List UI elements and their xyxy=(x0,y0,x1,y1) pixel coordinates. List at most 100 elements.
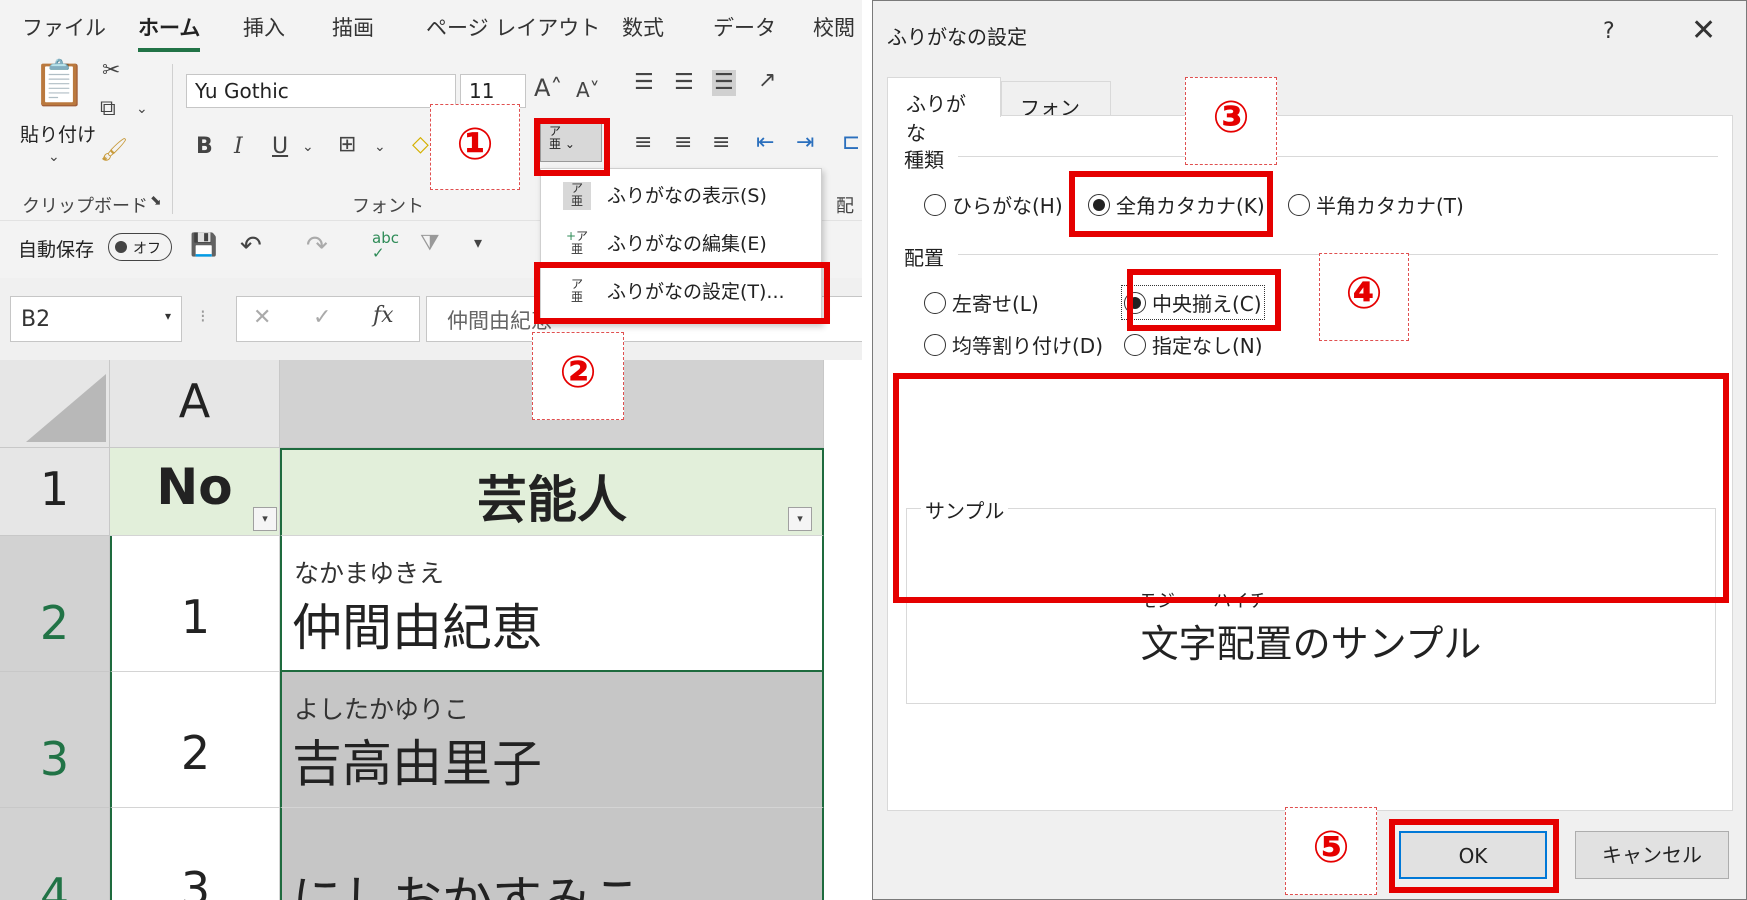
tab-font[interactable]: フォント xyxy=(1001,81,1111,149)
save-icon[interactable]: 💾 xyxy=(190,235,217,257)
cell-no[interactable]: 3 xyxy=(110,808,280,900)
header-cell-celebrity[interactable]: 芸能人 ▾ xyxy=(280,448,824,536)
alignment-group-label: 配 xyxy=(836,196,854,217)
increase-indent-icon[interactable]: ⇥ xyxy=(796,132,814,154)
radio-distributed[interactable]: 均等割り付け(D) xyxy=(924,330,1103,359)
toggle-knob xyxy=(115,241,127,253)
font-name-input[interactable]: Yu Gothic xyxy=(186,74,456,108)
highlight-fullwidth-katakana xyxy=(1069,171,1273,237)
font-group-label: フォント xyxy=(352,196,424,217)
tab-page-layout[interactable]: ページ レイアウト xyxy=(426,12,600,42)
insert-function-icon[interactable]: fx xyxy=(373,305,394,327)
cell-name[interactable]: にしおかすみこ xyxy=(280,808,824,900)
furigana-text: なかまゆきえ xyxy=(294,559,445,588)
help-button[interactable]: ? xyxy=(1603,19,1615,44)
clear-filter-icon[interactable]: ⧩ xyxy=(420,233,440,255)
tab-furigana[interactable]: ふりがな xyxy=(887,77,1001,145)
edit-furigana-icon: +ア亜 xyxy=(565,229,589,256)
close-button[interactable]: ✕ xyxy=(1691,13,1716,48)
name-box[interactable]: B2 ▾ xyxy=(10,296,182,342)
cell-no[interactable]: 2 xyxy=(110,672,280,808)
filter-dropdown-icon[interactable]: ▾ xyxy=(788,507,812,531)
format-painter-icon[interactable]: 🖌 xyxy=(100,140,128,162)
row-header[interactable]: 3 xyxy=(0,672,110,808)
highlight-settings-item xyxy=(534,262,830,324)
dialog-title: ふりがなの設定 xyxy=(887,25,1027,49)
decrease-font-icon[interactable]: A˅ xyxy=(576,80,600,100)
tab-review[interactable]: 校閲 xyxy=(813,12,855,42)
radio-halfwidth-katakana[interactable]: 半角カタカナ(T) xyxy=(1288,190,1464,219)
underline-icon[interactable]: U xyxy=(272,136,288,158)
row-header[interactable]: 2 xyxy=(0,536,110,672)
menu-item-show-furigana[interactable]: ア亜 ふりがなの表示(S) xyxy=(541,173,821,219)
paste-icon[interactable]: 📋 xyxy=(32,62,87,106)
redo-icon[interactable]: ↷ xyxy=(306,233,328,259)
divider xyxy=(958,156,1718,157)
chevron-down-icon[interactable]: ▾ xyxy=(165,309,171,323)
borders-icon[interactable]: ⊞ xyxy=(338,134,356,156)
step-5-label: ⑤ xyxy=(1285,807,1377,895)
cell-name[interactable]: よしたかゆりこ 吉高由里子 xyxy=(280,672,824,808)
align-center-icon[interactable]: ≡ xyxy=(674,132,692,154)
cut-icon[interactable]: ✂ xyxy=(102,60,120,82)
formula-actions: ✕ ✓ fx xyxy=(236,296,420,342)
dialog-launcher-icon[interactable]: ⬊ xyxy=(150,194,162,208)
tab-draw[interactable]: 描画 xyxy=(332,12,374,42)
step-2-label: ② xyxy=(532,332,624,420)
undo-icon[interactable]: ↶ xyxy=(240,233,262,259)
align-right-icon[interactable]: ≡ xyxy=(712,132,730,154)
group-divider xyxy=(172,64,173,214)
customize-qat-icon[interactable]: ▾ xyxy=(474,235,482,251)
chevron-down-icon[interactable]: ⌄ xyxy=(136,102,148,116)
decrease-indent-icon[interactable]: ⇤ xyxy=(756,132,774,154)
radio-align-left[interactable]: 左寄せ(L) xyxy=(924,288,1039,317)
enter-icon[interactable]: ✓ xyxy=(313,307,331,329)
header-cell-text: No xyxy=(156,458,233,516)
tab-formulas[interactable]: 数式 xyxy=(622,12,664,42)
align-left-icon[interactable]: ≡ xyxy=(634,132,652,154)
fill-color-icon[interactable]: ◇ xyxy=(412,134,429,156)
excel-window: ファイル ホーム 挿入 描画 ページ レイアウト 数式 データ 校閲 📋 貼り付… xyxy=(0,0,862,900)
clipboard-group-label: クリップボード xyxy=(22,196,148,217)
cell-value: 2 xyxy=(180,726,211,780)
chevron-down-icon[interactable]: ⌄ xyxy=(374,140,386,154)
filter-dropdown-icon[interactable]: ▾ xyxy=(253,507,277,531)
select-all-corner[interactable] xyxy=(0,360,110,448)
radio-hiragana[interactable]: ひらがな(H) xyxy=(924,190,1063,219)
italic-icon[interactable]: I xyxy=(234,136,243,158)
cell-value: 3 xyxy=(180,862,211,900)
autosave-toggle[interactable]: オフ xyxy=(108,233,172,261)
menu-item-edit-furigana[interactable]: +ア亜 ふりがなの編集(E) xyxy=(541,221,821,267)
chevron-down-icon[interactable]: ⌄ xyxy=(48,150,60,164)
spelling-icon[interactable]: abc ✓ xyxy=(372,231,399,261)
radio-no-control[interactable]: 指定なし(N) xyxy=(1124,330,1263,359)
row-header[interactable]: 4 xyxy=(0,808,110,900)
tab-insert[interactable]: 挿入 xyxy=(243,12,285,42)
header-cell-no[interactable]: No ▾ xyxy=(110,448,280,536)
ribbon-tab-bar: ファイル ホーム 挿入 描画 ページ レイアウト 数式 データ 校閲 xyxy=(0,0,862,54)
align-bottom-icon[interactable]: ☰ xyxy=(712,70,736,96)
tab-file[interactable]: ファイル xyxy=(22,12,106,42)
copy-icon[interactable]: ⧉ xyxy=(100,98,116,120)
step-4-label: ④ xyxy=(1319,253,1409,341)
tab-home[interactable]: ホーム xyxy=(138,12,201,52)
column-header-a[interactable]: A xyxy=(110,360,280,448)
cell-value: 吉高由里子 xyxy=(292,735,542,793)
row-header[interactable]: 1 xyxy=(0,448,110,536)
cancel-icon[interactable]: ✕ xyxy=(253,307,271,329)
font-size-input[interactable]: 11 xyxy=(460,74,526,108)
align-middle-icon[interactable]: ☰ xyxy=(674,72,694,94)
cell-name-active[interactable]: なかまゆきえ 仲間由紀恵 xyxy=(280,536,824,672)
chevron-down-icon[interactable]: ⌄ xyxy=(302,140,314,154)
paste-label[interactable]: 貼り付け xyxy=(20,120,96,147)
tab-data[interactable]: データ xyxy=(713,12,776,42)
wrap-text-icon[interactable]: ⊏ xyxy=(842,132,860,154)
more-icon: ⁝ xyxy=(200,306,206,327)
cell-no[interactable]: 1 xyxy=(110,536,280,672)
orientation-icon[interactable]: ↗ xyxy=(758,70,776,92)
autosave-toggle-label: オフ xyxy=(133,241,161,257)
increase-font-icon[interactable]: A˄ xyxy=(534,76,562,100)
align-top-icon[interactable]: ☰ xyxy=(634,72,654,94)
cancel-button[interactable]: キャンセル xyxy=(1575,831,1729,879)
bold-icon[interactable]: B xyxy=(196,136,213,158)
